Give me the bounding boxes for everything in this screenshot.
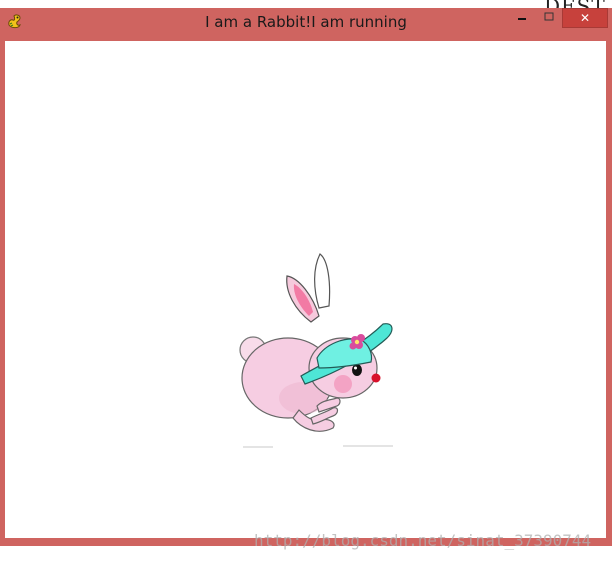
rabbit-running-sprite [239, 253, 393, 448]
close-button[interactable]: ✕ [562, 8, 608, 28]
close-icon: ✕ [579, 11, 591, 25]
minimize-icon [517, 11, 527, 25]
maximize-button[interactable] [536, 8, 562, 28]
game-canvas[interactable] [5, 41, 606, 538]
screen: DEST I am a Rabbit!I am running [0, 0, 616, 564]
app-window: I am a Rabbit!I am running ✕ [0, 8, 612, 546]
watermark-text: http://blog.csdn.net/sinat_37390744 [254, 531, 592, 550]
maximize-icon [544, 11, 554, 25]
title-bar[interactable]: I am a Rabbit!I am running ✕ [0, 8, 612, 40]
minimize-button[interactable] [508, 8, 536, 28]
